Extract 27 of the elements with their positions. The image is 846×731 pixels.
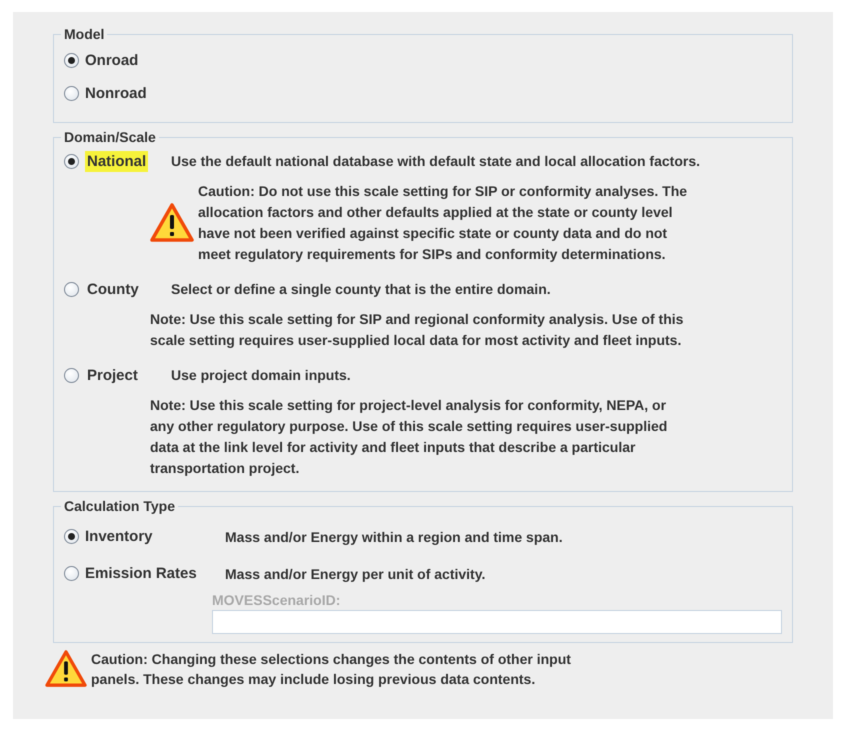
radio-button[interactable]: [64, 154, 79, 168]
option-description: Mass and/or Energy within a region and time span.: [225, 528, 563, 544]
radio-option[interactable]: Onroad: [64, 52, 138, 68]
option-description: Select or define a single county that is the entire domain.: [171, 281, 551, 297]
option-description: Mass and/or Energy per unit of activity.: [225, 566, 486, 582]
radio-button[interactable]: [64, 368, 79, 382]
option-label[interactable]: National: [85, 150, 148, 172]
field-label: MOVESScenarioID:: [212, 592, 342, 608]
option-label[interactable]: County: [85, 278, 141, 300]
warning-icon: [45, 650, 87, 688]
radio-option[interactable]: Nonroad: [64, 84, 147, 102]
group-title: Calculation Type: [63, 498, 176, 514]
radio-button[interactable]: [64, 282, 79, 296]
option-label[interactable]: Inventory: [85, 528, 219, 545]
group-title: Domain/Scale: [63, 129, 157, 145]
warning-icon: [150, 203, 194, 243]
note-text: Note: Use this scale setting for SIP and regional conformity analysis. Use of this scale setting requires user-supplied local data for most activity and fleet inputs.: [150, 310, 684, 350]
radio-button[interactable]: [64, 566, 79, 581]
caution-text: Caution: Do not use this scale setting for SIP or conformity analyses. The allocation factors and other defaults applied at the state or county level have not been verified against specific state or county data and do not meet regulatory requirements for SIPs and conformity determinations.: [198, 182, 688, 264]
radio-button[interactable]: [64, 529, 79, 544]
option-label[interactable]: Emission Rates: [85, 565, 219, 582]
caution-text: Caution: Changing these selections changes the contents of other input panels. These changes may include losing previous data contents.: [91, 650, 572, 689]
option-description: Use project domain inputs.: [171, 367, 351, 383]
group-title: Model: [63, 26, 106, 42]
option-label[interactable]: Project: [85, 364, 140, 386]
note-text: Note: Use this scale setting for project-level analysis for conformity, NEPA, or any other regulatory purpose. Use of this scale setting requires user-supplied data at the link level for activity and fleet inputs that describe a particular transportation project.: [150, 396, 668, 478]
option-description: Use the default national database with default state and local allocation factors.: [171, 153, 700, 169]
